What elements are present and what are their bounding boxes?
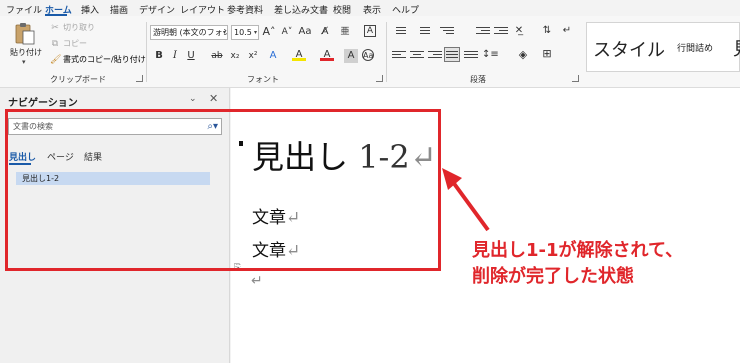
clipboard-launcher-icon[interactable] (136, 75, 143, 82)
tab-layout[interactable]: レイアウト (180, 3, 225, 16)
justify-icon[interactable] (444, 47, 460, 62)
east-asian-layout-icon[interactable]: ✕̲ (512, 24, 526, 38)
font-group-label: フォント (247, 75, 279, 84)
divider (386, 22, 387, 82)
chevron-down-icon: ▾ (222, 29, 226, 36)
tab-view[interactable]: 表示 (363, 3, 381, 16)
paste-options-chevron-icon[interactable]: ▾ (22, 58, 26, 66)
grow-font-button[interactable]: A˄ (262, 25, 276, 39)
bold-button[interactable]: B (152, 49, 166, 63)
character-shading-button[interactable]: A (344, 49, 358, 63)
align-left-icon[interactable] (392, 49, 406, 61)
tab-draw[interactable]: 描画 (110, 3, 128, 16)
align-center-icon[interactable] (410, 49, 424, 61)
annotation-arrow-icon (442, 168, 490, 232)
font-size-select[interactable]: 10.5 ▾ (231, 25, 259, 40)
paintbrush-icon: 🖌 (50, 54, 62, 65)
style-heading-partial[interactable]: 見 (733, 35, 740, 61)
enclose-characters-button[interactable]: Aa (362, 49, 374, 61)
font-color-button[interactable]: A (320, 48, 334, 61)
copy-icon: ⧉ (51, 38, 59, 49)
character-border-button[interactable]: A (364, 25, 376, 37)
increase-indent-icon[interactable] (494, 25, 508, 37)
subscript-button[interactable]: x₂ (228, 49, 242, 63)
paragraph-mark-icon: ↵ (251, 273, 263, 289)
decrease-indent-icon[interactable] (476, 25, 490, 37)
paste-icon[interactable] (14, 22, 36, 46)
tab-insert[interactable]: 挿入 (81, 3, 99, 16)
annotation-line-2: 削除が完了した状態 (472, 266, 634, 287)
superscript-button[interactable]: x² (246, 49, 260, 63)
ribbon-tab-bar: ファイル ホーム 挿入 描画 デザイン レイアウト 参考資料 差し込み文書 校閲… (0, 0, 740, 16)
tab-review[interactable]: 校閲 (333, 3, 351, 16)
tab-file[interactable]: ファイル (6, 3, 42, 16)
chevron-down-icon: ▾ (253, 29, 257, 36)
font-name-select[interactable]: 游明朝 (本文のフォン ▾ (150, 25, 228, 40)
strikethrough-button[interactable]: ab (210, 49, 224, 63)
paste-button[interactable]: 貼り付け (10, 47, 42, 58)
tab-help[interactable]: ヘルプ (392, 3, 419, 16)
bullets-icon[interactable] (392, 25, 406, 37)
tab-mailings[interactable]: 差し込み文書 (274, 3, 328, 16)
divider (146, 22, 147, 82)
style-no-spacing[interactable]: 行間詰め (677, 41, 713, 54)
italic-button[interactable]: I (168, 49, 182, 63)
multilevel-list-icon[interactable] (440, 25, 454, 37)
paragraph-launcher-icon[interactable] (572, 75, 579, 82)
show-formatting-marks-icon[interactable]: ↵ (560, 24, 574, 38)
change-case-button[interactable]: Aa (298, 25, 312, 39)
word-window: ファイル ホーム 挿入 描画 デザイン レイアウト 参考資料 差し込み文書 校閲… (0, 0, 740, 363)
line-spacing-icon[interactable]: ↕≡ (482, 48, 499, 62)
format-painter-button[interactable]: 🖌 書式のコピー/貼り付け (50, 54, 146, 65)
copy-button[interactable]: ⧉ コピー (50, 38, 87, 49)
tab-design[interactable]: デザイン (139, 3, 175, 16)
underline-button[interactable]: U (184, 49, 198, 63)
highlight-color-button[interactable]: A (292, 48, 306, 61)
paragraph-group-label: 段落 (470, 75, 486, 84)
align-right-icon[interactable] (428, 49, 442, 61)
phonetic-guide-button[interactable]: 亜 (338, 25, 352, 39)
styles-gallery[interactable]: スタイル 行間詰め 見 (586, 22, 740, 72)
highlight-frame (5, 109, 441, 271)
tab-references[interactable]: 参考資料 (227, 3, 263, 16)
pane-options-chevron-icon[interactable]: ⌄ (189, 94, 197, 104)
sort-icon[interactable]: ⇅ (540, 24, 554, 38)
nav-pane-title: ナビゲーション (8, 98, 78, 109)
font-launcher-icon[interactable] (376, 75, 383, 82)
shading-icon[interactable]: ◈ (516, 48, 530, 62)
style-standard[interactable]: スタイル (593, 36, 665, 62)
distributed-icon[interactable] (464, 49, 478, 61)
cut-button[interactable]: ✂ 切り取り (50, 22, 95, 33)
close-icon[interactable]: ✕ (209, 92, 218, 105)
text-effects-button[interactable]: A (266, 49, 280, 63)
scissors-icon: ✂ (51, 22, 59, 33)
ribbon: 貼り付け ▾ ✂ 切り取り ⧉ コピー 🖌 書式のコピー/貼り付け クリップボー… (0, 16, 740, 88)
numbering-icon[interactable] (416, 25, 430, 37)
borders-icon[interactable]: ⊞ (540, 47, 554, 61)
annotation-line-1: 見出し1-1が解除されて、 (472, 240, 684, 261)
clipboard-group-label: クリップボード (50, 75, 106, 84)
clear-formatting-button[interactable]: A̸ (318, 25, 332, 39)
shrink-font-button[interactable]: A˅ (280, 25, 294, 39)
